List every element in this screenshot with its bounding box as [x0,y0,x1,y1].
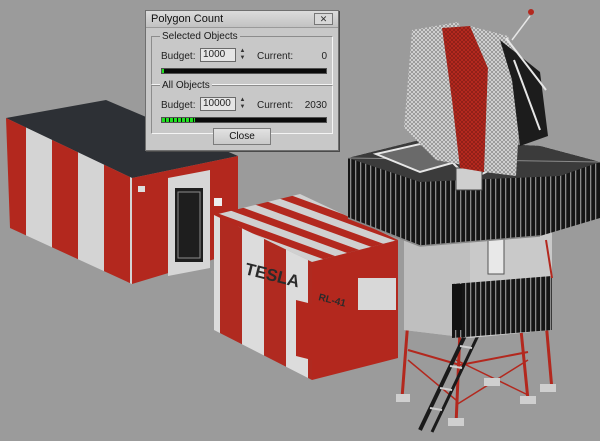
close-icon[interactable]: ✕ [314,13,333,25]
all-objects-label: All Objects [160,80,212,91]
selected-budget-spinner[interactable]: ▲ ▼ [238,48,247,62]
spinner-down-icon[interactable]: ▼ [238,104,247,111]
all-current-label: Current: [257,100,294,111]
polygon-count-dialog: Polygon Count ✕ Selected Objects Budget:… [145,10,339,151]
3d-viewport[interactable]: TESLA RL-41 Polygon Count ✕ Selected Obj… [0,0,600,441]
selected-budget-input[interactable]: 1000 [200,48,236,62]
dialog-titlebar[interactable]: Polygon Count ✕ [146,11,338,28]
selected-objects-label: Selected Objects [160,31,240,42]
all-progress-bar [161,117,327,123]
selected-budget-label: Budget: [161,51,196,62]
selected-progress-bar [161,68,327,74]
all-progress-fill [162,118,195,122]
all-current-value: 2030 [304,100,327,111]
all-budget-spinner[interactable]: ▲ ▼ [238,97,247,111]
selected-objects-group: Selected Objects Budget: 1000 ▲ ▼ Curren… [151,31,333,85]
close-button[interactable]: Close [213,128,271,145]
dialog-title: Polygon Count [151,13,224,25]
selected-progress-fill [162,69,164,73]
all-objects-group: All Objects Budget: 10000 ▲ ▼ Current: 2… [151,80,333,134]
all-budget-label: Budget: [161,100,196,111]
spinner-up-icon[interactable]: ▲ [238,48,247,55]
selected-current-label: Current: [257,51,294,62]
selected-current-value: 0 [321,51,327,62]
spinner-down-icon[interactable]: ▼ [238,55,247,62]
all-budget-input[interactable]: 10000 [200,97,236,111]
spinner-up-icon[interactable]: ▲ [238,97,247,104]
